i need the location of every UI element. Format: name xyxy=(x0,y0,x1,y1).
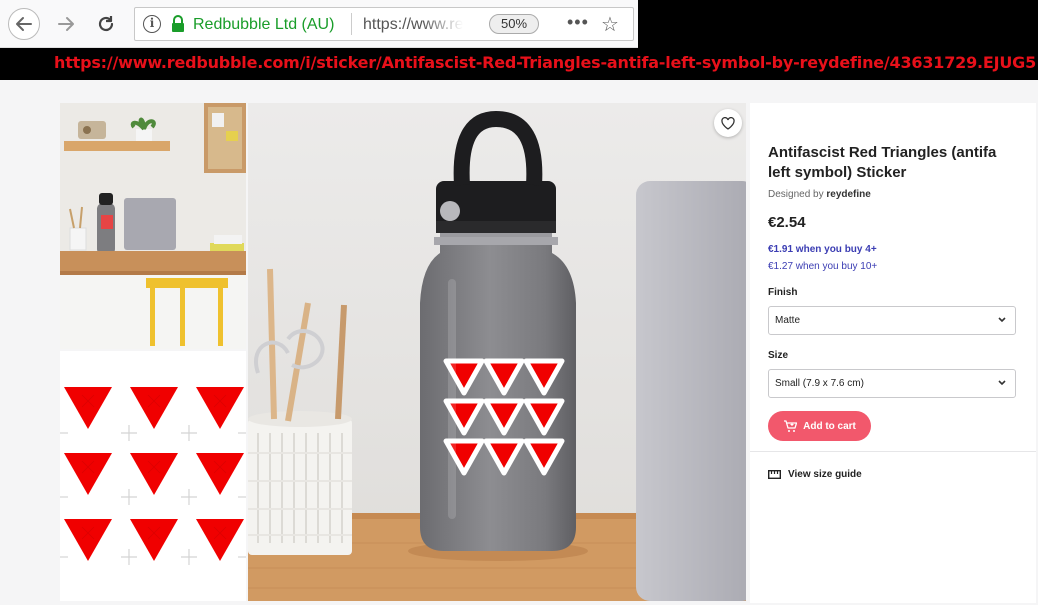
reload-icon[interactable] xyxy=(90,8,122,40)
info-icon[interactable]: i xyxy=(143,15,161,33)
bookmark-star-icon[interactable]: ☆ xyxy=(601,12,619,37)
add-to-cart-button[interactable]: Add to cart xyxy=(768,411,871,441)
blacked-out-area xyxy=(638,0,1038,48)
url-banner: https://www.redbubble.com/i/sticker/Anti… xyxy=(0,48,1038,80)
chevron-down-icon xyxy=(997,307,1007,345)
back-arrow-icon[interactable] xyxy=(8,8,40,40)
finish-select[interactable]: Matte xyxy=(768,306,1016,335)
designer-line: Designed by reydefine xyxy=(768,189,871,200)
size-guide-label: View size guide xyxy=(788,469,862,480)
add-to-cart-label: Add to cart xyxy=(803,420,856,432)
product-price: €2.54 xyxy=(768,214,806,231)
main-product-image[interactable] xyxy=(248,103,746,601)
finish-label: Finish xyxy=(768,287,798,298)
forward-arrow-icon[interactable] xyxy=(50,8,82,40)
bulk-price-4: €1.91 when you buy 4+ xyxy=(768,244,877,255)
size-guide-link[interactable]: View size guide xyxy=(768,469,862,480)
site-identity[interactable]: Redbubble Ltd (AU) xyxy=(193,16,334,34)
address-bar[interactable]: i Redbubble Ltd (AU) https://www.redbubb… xyxy=(134,7,634,41)
size-select[interactable]: Small (7.9 x 7.6 cm) xyxy=(768,369,1016,398)
heart-icon xyxy=(721,116,735,130)
thumbnail-desk-scene[interactable] xyxy=(60,103,246,349)
page-actions-icon[interactable]: ••• xyxy=(567,12,589,33)
size-value: Small (7.9 x 7.6 cm) xyxy=(775,378,864,389)
designed-by-label: Designed by xyxy=(768,189,824,200)
size-label: Size xyxy=(768,350,789,361)
ruler-icon xyxy=(768,470,781,479)
thumbnail-sticker-pattern[interactable] xyxy=(60,351,246,601)
favorite-button[interactable] xyxy=(714,109,742,137)
finish-value: Matte xyxy=(775,315,801,326)
product-title: Antifascist Red Triangles (antifa left s… xyxy=(768,144,997,181)
chevron-down-icon xyxy=(997,370,1007,408)
lock-icon xyxy=(172,15,184,32)
designer-link[interactable]: reydefine xyxy=(826,189,870,200)
panel-divider xyxy=(750,451,1036,452)
address-separator xyxy=(351,13,352,35)
banner-url-text: https://www.redbubble.com/i/sticker/Anti… xyxy=(54,53,1037,72)
zoom-level[interactable]: 50% xyxy=(489,14,539,34)
browser-toolbar: i Redbubble Ltd (AU) https://www.redbubb… xyxy=(0,0,1038,48)
url-text[interactable]: https://www.redbubble.com/i/sticker/ xyxy=(363,16,463,34)
bulk-price-10: €1.27 when you buy 10+ xyxy=(768,261,878,272)
cart-plus-icon xyxy=(784,419,798,432)
bulk-price-4-text: €1.91 when you buy 4+ xyxy=(768,244,877,255)
